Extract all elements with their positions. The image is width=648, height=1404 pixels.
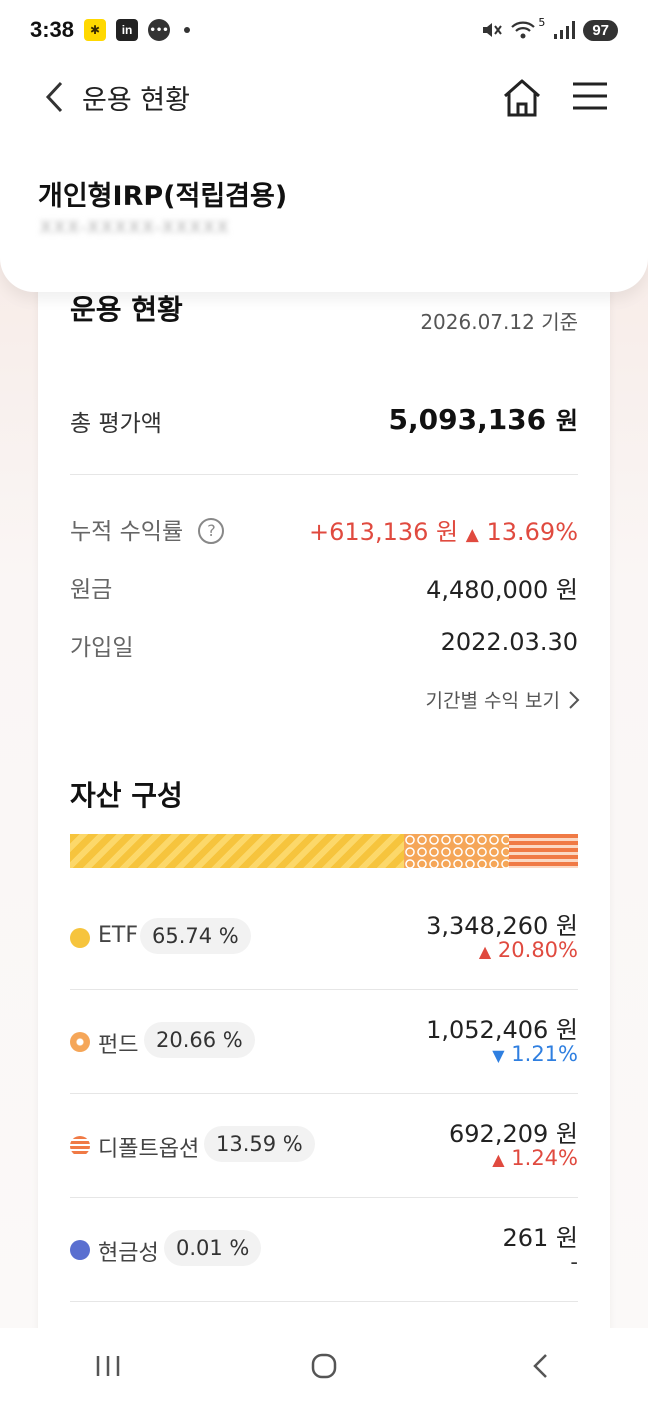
asset-row-etf[interactable]: ETF 65.74 % 3,348,260 원 ▲ 20.80% bbox=[70, 886, 578, 990]
header-card: 3:38 ✱ in ••• 5 97 운용 현황 개인형IRP(적립겸용) XX… bbox=[0, 0, 648, 292]
principal-unit: 원 bbox=[555, 576, 578, 604]
cumulative-return-text: 누적 수익률 bbox=[70, 519, 184, 545]
asset-row-fund[interactable]: 펀드 20.66 % 1,052,406 원 ▼ 1.21% bbox=[70, 990, 578, 1094]
principal-label: 원금 bbox=[70, 577, 113, 603]
bar-segment-default-option bbox=[508, 834, 578, 868]
asset-row-default-option[interactable]: 디폴트옵션 13.59 % 692,209 원 ▲ 1.24% bbox=[70, 1094, 578, 1198]
default-option-legend-icon bbox=[70, 1136, 90, 1156]
asset-amount-value: 3,348,260 bbox=[426, 912, 549, 940]
divider bbox=[70, 1301, 578, 1302]
up-arrow-icon: ▲ bbox=[465, 525, 479, 545]
status-bar: 3:38 ✱ in ••• 5 97 bbox=[0, 0, 648, 60]
home-icon bbox=[504, 79, 540, 117]
composition-title: 자산 구성 bbox=[70, 779, 183, 812]
asset-pct-badge: 65.74 % bbox=[140, 918, 251, 954]
fund-legend-icon bbox=[70, 1032, 90, 1052]
battery-badge: 97 bbox=[583, 19, 618, 41]
back-chevron-icon bbox=[533, 1354, 547, 1378]
back-nav-button[interactable] bbox=[520, 1346, 560, 1386]
asset-name: 펀드 bbox=[98, 1033, 139, 1058]
asset-change-value: 1.21% bbox=[511, 1042, 578, 1066]
hamburger-menu-icon bbox=[573, 82, 607, 110]
asset-amount: 692,209 원 bbox=[449, 1114, 578, 1149]
bar-segment-fund bbox=[403, 834, 509, 868]
account-number: XXX-XXXXX-XXXXX bbox=[40, 218, 231, 238]
principal-amount: 4,480,000 bbox=[426, 576, 549, 604]
up-arrow-icon: ▲ bbox=[478, 942, 492, 961]
signal-icon bbox=[554, 21, 576, 39]
portfolio-card: 운용 현황 2026.07.12 기준 총 평가액 5,093,136 원 누적… bbox=[38, 250, 610, 1350]
asset-amount-unit: 원 bbox=[555, 1224, 578, 1252]
asset-change-value: 20.80% bbox=[497, 938, 578, 962]
cumulative-return-value: +613,136 원 ▲ 13.69% bbox=[309, 512, 578, 547]
asset-pct-badge: 0.01 % bbox=[164, 1230, 262, 1266]
principal-value: 4,480,000 원 bbox=[426, 570, 578, 605]
total-value-unit: 원 bbox=[555, 407, 578, 435]
summary-title: 운용 현황 bbox=[70, 293, 183, 326]
cumulative-unit: 원 bbox=[436, 518, 459, 546]
total-value-amount: 5,093,136 bbox=[388, 403, 547, 436]
wifi-icon bbox=[511, 21, 536, 39]
network-type-label: 5 bbox=[538, 15, 546, 29]
asset-pct-badge: 13.59 % bbox=[204, 1126, 315, 1162]
down-arrow-icon: ▼ bbox=[492, 1046, 505, 1065]
asset-amount: 1,052,406 원 bbox=[426, 1010, 578, 1045]
system-navigation-bar bbox=[0, 1328, 648, 1404]
top-nav: 운용 현황 bbox=[0, 62, 648, 132]
reference-date: 2026.07.12 기준 bbox=[420, 310, 578, 334]
asset-amount-value: 261 bbox=[502, 1224, 549, 1252]
menu-button[interactable] bbox=[570, 76, 614, 120]
kakao-notification-icon: ✱ bbox=[84, 19, 107, 41]
asset-change-value: 1.24% bbox=[511, 1146, 578, 1170]
divider bbox=[70, 474, 578, 475]
asset-name: 현금성 bbox=[98, 1241, 159, 1266]
total-value-label: 총 평가액 bbox=[70, 411, 162, 437]
asset-amount-unit: 원 bbox=[555, 912, 578, 940]
home-circle-icon bbox=[311, 1353, 337, 1379]
up-arrow-icon: ▲ bbox=[492, 1150, 505, 1169]
asset-amount-value: 1,052,406 bbox=[426, 1016, 549, 1044]
asset-pct-badge: 20.66 % bbox=[144, 1022, 255, 1058]
back-button[interactable] bbox=[34, 77, 74, 117]
join-date-value: 2022.03.30 bbox=[440, 628, 578, 656]
asset-amount-value: 692,209 bbox=[449, 1120, 549, 1148]
total-value: 5,093,136 원 bbox=[389, 401, 579, 436]
recent-apps-button[interactable] bbox=[88, 1346, 128, 1386]
linkedin-notification-icon: in bbox=[116, 19, 139, 41]
status-time: 3:38 bbox=[30, 17, 75, 42]
cumulative-amount: +613,136 bbox=[309, 518, 429, 546]
asset-amount-unit: 원 bbox=[555, 1016, 578, 1044]
cash-legend-icon bbox=[70, 1240, 90, 1260]
chevron-right-icon bbox=[569, 690, 580, 709]
period-return-link[interactable]: 기간별 수익 보기 bbox=[426, 686, 580, 713]
account-name: 개인형IRP(적립겸용) bbox=[38, 181, 288, 212]
period-return-label: 기간별 수익 보기 bbox=[425, 690, 560, 712]
asset-change: ▲ 1.24% bbox=[492, 1146, 578, 1170]
home-nav-button[interactable] bbox=[304, 1346, 344, 1386]
asset-change: ▲ 20.80% bbox=[479, 938, 578, 962]
cumulative-return-label: 누적 수익률 ? bbox=[70, 512, 225, 546]
asset-change: - bbox=[570, 1250, 578, 1274]
page-title: 운용 현황 bbox=[82, 84, 190, 116]
mute-icon bbox=[483, 23, 503, 37]
asset-row-cash[interactable]: 현금성 0.01 % 261 원 - bbox=[70, 1198, 578, 1302]
bar-segment-etf bbox=[70, 834, 404, 868]
help-icon[interactable]: ? bbox=[198, 517, 225, 544]
cumulative-rate: 13.69% bbox=[486, 518, 578, 546]
recent-apps-icon bbox=[96, 1356, 120, 1376]
home-button[interactable] bbox=[500, 76, 544, 120]
asset-amount-unit: 원 bbox=[555, 1120, 578, 1148]
asset-composition-bar bbox=[70, 834, 578, 868]
asset-name: 디폴트옵션 bbox=[98, 1137, 200, 1162]
chevron-left-icon bbox=[45, 81, 63, 113]
asset-amount: 3,348,260 원 bbox=[426, 906, 578, 941]
asset-amount: 261 원 bbox=[502, 1218, 578, 1253]
etf-legend-icon bbox=[70, 928, 90, 948]
join-date-label: 가입일 bbox=[70, 635, 134, 661]
asset-name: ETF bbox=[98, 923, 138, 948]
more-notifications-icon bbox=[184, 27, 191, 33]
asset-change: ▼ 1.21% bbox=[492, 1042, 578, 1066]
message-notification-icon: ••• bbox=[148, 19, 171, 41]
